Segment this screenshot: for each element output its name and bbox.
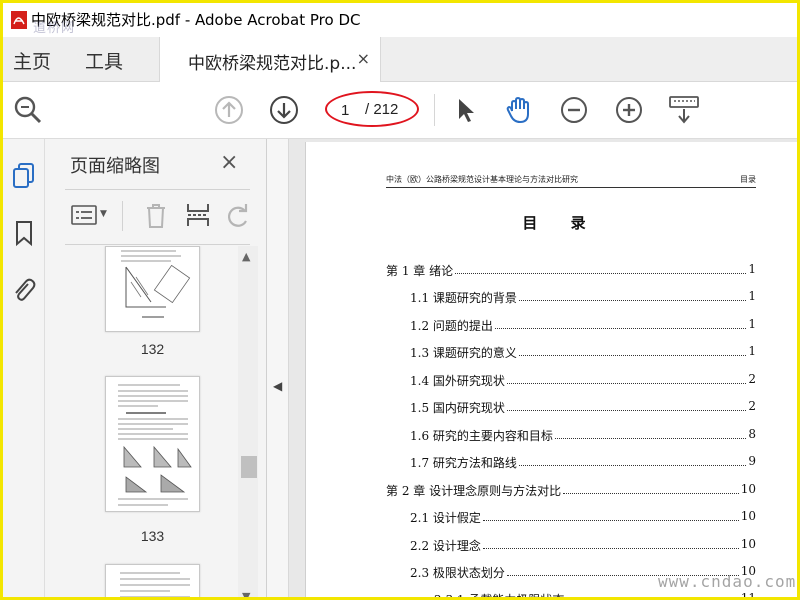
panel-divider: [65, 189, 250, 190]
chevron-down-icon[interactable]: ▼: [100, 209, 107, 219]
panel-collapse-strip[interactable]: ◀: [267, 139, 289, 597]
page-preview: [120, 572, 190, 597]
left-nav-rail: [3, 139, 45, 597]
paperclip-icon[interactable]: [10, 276, 38, 304]
tab-bar: 主页 工具 中欧桥梁规范对比.p... ×: [3, 37, 797, 83]
toc-entry[interactable]: 1.6 研究的主要内容和目标 8: [410, 427, 756, 443]
toc-entry[interactable]: 2.1 设计假定 10: [410, 509, 756, 525]
prev-page-icon[interactable]: [213, 94, 245, 126]
page-preview: [118, 384, 192, 506]
thumbnail-list: 132 133: [65, 246, 237, 597]
document-area: 中法（欧）公路桥梁规范设计基本理论与方法对比研究 目录 目 录 第 1 章 绪论…: [289, 139, 797, 597]
insert-pages-icon[interactable]: [185, 201, 211, 229]
tab-tools[interactable]: 工具: [85, 47, 123, 74]
thumbnail-scrollbar[interactable]: ▲ ▼: [238, 246, 258, 597]
page-preview: [121, 250, 191, 318]
thumbnail-page-number: 133: [140, 528, 165, 544]
toc-entry[interactable]: 第 2 章 设计理念原则与方法对比 10: [386, 482, 756, 498]
watermark-bottom-right: www.cndao.com: [658, 572, 797, 591]
page-header: 中法（欧）公路桥梁规范设计基本理论与方法对比研究 目录: [386, 174, 756, 188]
toolbar-divider: [434, 94, 435, 126]
bookmark-icon[interactable]: [10, 219, 38, 247]
toc-entry[interactable]: 第 1 章 绪论 1: [386, 262, 756, 278]
window-title: 中欧桥梁规范对比.pdf - Adobe Acrobat Pro DC: [31, 11, 361, 29]
panel-toolbar: ▼: [65, 197, 255, 233]
toc-title: 目 录: [522, 214, 600, 232]
panel-title: 页面缩略图: [70, 156, 160, 177]
scrollbar-thumb[interactable]: [241, 456, 257, 478]
zoom-in-icon[interactable]: [613, 94, 645, 126]
watermark-top-left: 道桥网: [33, 21, 76, 36]
tab-document[interactable]: 中欧桥梁规范对比.p... ×: [159, 37, 381, 83]
tab-document-label: 中欧桥梁规范对比.p...: [188, 54, 357, 74]
toc-entry[interactable]: 1.3 课题研究的意义 1: [410, 344, 756, 360]
toc-entry[interactable]: 1.1 课题研究的背景 1: [410, 289, 756, 305]
tool-divider: [122, 201, 123, 231]
thumbnail-page[interactable]: [105, 376, 200, 512]
acrobat-window: 中欧桥梁规范对比.pdf - Adobe Acrobat Pro DC 道桥网 …: [0, 0, 800, 600]
toc-entry[interactable]: 1.2 问题的提出 1: [410, 317, 756, 333]
acrobat-app-icon: [11, 11, 27, 29]
toc-entry[interactable]: 1.4 国外研究现状 2: [410, 372, 756, 388]
tab-home[interactable]: 主页: [13, 47, 51, 74]
toolbar: / 212: [3, 82, 797, 139]
thumbnails-panel: 页面缩略图 × ▼ 132 133 ▲ ▼: [45, 139, 267, 597]
thumbnail-page[interactable]: [105, 246, 200, 332]
panel-divider: [65, 244, 250, 245]
toc-entry[interactable]: 1.7 研究方法和路线 9: [410, 454, 756, 470]
scroll-up-arrow-icon[interactable]: ▲: [242, 250, 250, 263]
thumbnail-options-icon[interactable]: [71, 205, 97, 225]
toc-entry[interactable]: 1.5 国内研究现状 2: [410, 399, 756, 415]
next-page-icon[interactable]: [268, 94, 300, 126]
trash-icon[interactable]: [143, 201, 169, 229]
thumbnail-page-number: 132: [140, 341, 165, 357]
hand-icon[interactable]: [503, 94, 535, 126]
toc-entry[interactable]: 2.2 设计理念 10: [410, 537, 756, 553]
toc-entry[interactable]: 2.3.1 承载能力极限状态 11: [434, 591, 756, 597]
zoom-out-icon[interactable]: [558, 94, 590, 126]
title-bar: 中欧桥梁规范对比.pdf - Adobe Acrobat Pro DC 道桥网: [3, 3, 797, 37]
select-cursor-icon[interactable]: [449, 94, 481, 126]
keyboard-icon[interactable]: [668, 94, 700, 126]
zoom-search-icon[interactable]: [12, 94, 44, 126]
document-page: 中法（欧）公路桥梁规范设计基本理论与方法对比研究 目录 目 录 第 1 章 绪论…: [305, 142, 797, 597]
page-header-section: 目录: [740, 175, 756, 184]
page-header-title: 中法（欧）公路桥梁规范设计基本理论与方法对比研究: [386, 175, 578, 184]
scroll-down-arrow-icon[interactable]: ▼: [242, 590, 250, 597]
panel-close-button[interactable]: ×: [220, 150, 238, 175]
tab-close-button[interactable]: ×: [357, 49, 370, 68]
rotate-icon[interactable]: [225, 203, 251, 229]
collapse-arrow-icon[interactable]: ◀: [273, 379, 282, 393]
thumbnail-page[interactable]: [105, 564, 200, 597]
annotation-ellipse: [325, 91, 419, 127]
page-thumbnails-icon[interactable]: [10, 161, 38, 189]
